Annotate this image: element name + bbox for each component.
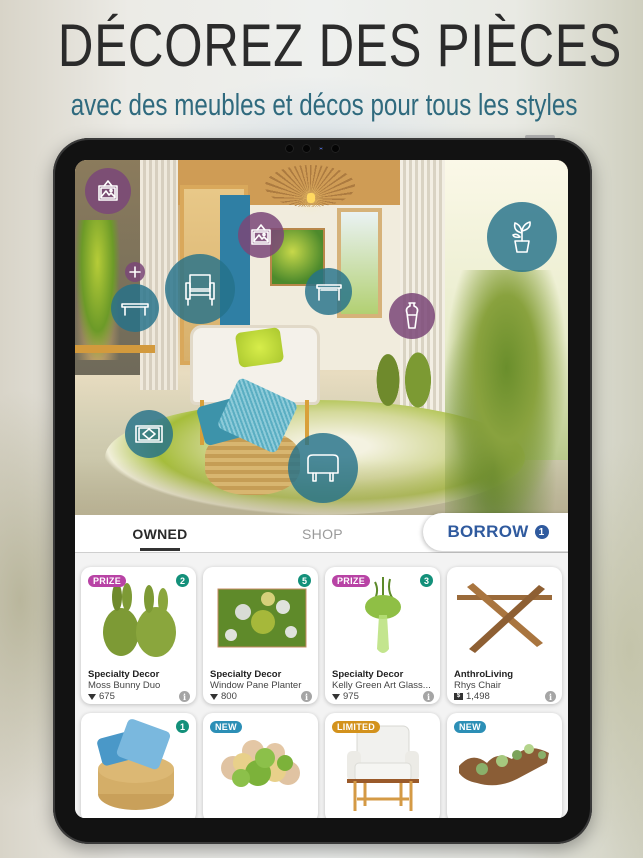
item-card[interactable]: PRIZE 2 Specialty Decor Moss Bunny Duo 6…: [81, 567, 196, 704]
tab-borrow[interactable]: BORROW 1: [423, 513, 568, 551]
item-brand: Specialty Decor: [210, 669, 282, 680]
tab-borrow-label: BORROW: [447, 522, 529, 541]
gem-icon: [332, 693, 340, 700]
hotspot-console-table[interactable]: [305, 268, 352, 315]
prize-tag: PRIZE: [332, 575, 371, 587]
info-icon[interactable]: i: [179, 691, 190, 702]
limited-tag: LIMITED: [332, 721, 381, 733]
price-value: 975: [343, 691, 359, 702]
lamp-bulb: [307, 193, 315, 203]
item-image-white-armchair: [347, 725, 419, 811]
promo-headline: DÉCOREZ DES PIÈCES: [57, 12, 623, 79]
info-icon[interactable]: i: [545, 691, 556, 702]
rug-icon: [135, 425, 163, 443]
item-price: $1,498: [454, 691, 490, 702]
app-screen: OWNED SHOP BORROW 1 PRIZE 2 Specialty De…: [75, 160, 568, 818]
item-price: 975: [332, 691, 359, 702]
inventory-tabs: OWNED SHOP BORROW 1: [75, 513, 568, 553]
item-image-lotus-decor: [221, 740, 300, 787]
item-grid: PRIZE 2 Specialty Decor Moss Bunny Duo 6…: [75, 553, 568, 818]
ottoman-icon: [307, 454, 339, 482]
picture-frame-icon: [98, 180, 118, 201]
item-price: 675: [88, 691, 115, 702]
side-table: [75, 345, 155, 353]
prize-tag: PRIZE: [88, 575, 127, 587]
price-value: 800: [221, 691, 237, 702]
item-image-window-planter: [217, 588, 307, 648]
room-bamboo: [445, 270, 568, 515]
promo-subheadline: avec des meubles et décos pour tous les …: [70, 87, 578, 122]
plus-icon: [129, 266, 141, 278]
info-icon[interactable]: i: [423, 691, 434, 702]
new-tag: NEW: [454, 721, 486, 733]
owned-count-badge: 2: [176, 574, 189, 587]
hotspot-coffee-table[interactable]: [111, 284, 159, 332]
owned-count-badge: 1: [176, 720, 189, 733]
item-image-rhys-chair: [457, 583, 552, 653]
item-card[interactable]: NEW: [447, 713, 562, 818]
owned-count-badge: 5: [298, 574, 311, 587]
cash-icon: $: [454, 693, 463, 700]
owned-count-badge: 3: [420, 574, 433, 587]
room-moss-bunnies: [373, 335, 438, 410]
price-value: 1,498: [466, 691, 490, 702]
camera-indicator: [319, 147, 323, 150]
item-brand: Specialty Decor: [332, 669, 404, 680]
camera-lens: [285, 144, 294, 153]
item-card[interactable]: NEW: [203, 713, 318, 818]
item-card[interactable]: AnthroLiving Rhys Chair $1,498 i: [447, 567, 562, 704]
item-brand: Specialty Decor: [88, 669, 160, 680]
picture-frame-icon: [251, 224, 271, 245]
item-name: Moss Bunny Duo: [88, 680, 161, 691]
room-scene: [75, 160, 568, 515]
wall-plant-decor: [75, 220, 120, 360]
hotspot-vase[interactable]: [389, 293, 435, 339]
camera-lens: [331, 144, 340, 153]
item-card[interactable]: 1: [81, 713, 196, 818]
coffee-table-icon: [121, 303, 149, 316]
hotspot-armchair[interactable]: [165, 254, 235, 324]
item-price: 800: [210, 691, 237, 702]
hotspot-wall-art-2[interactable]: [238, 212, 284, 258]
item-card[interactable]: 5 Specialty Decor Window Pane Planter 80…: [203, 567, 318, 704]
item-image-art-glass-vase: [365, 577, 401, 653]
tab-shop[interactable]: SHOP: [265, 515, 380, 553]
chair-cushion: [234, 327, 285, 368]
console-table-icon: [315, 283, 342, 301]
potted-plant-icon: [512, 221, 531, 253]
tab-owned[interactable]: OWNED: [105, 515, 215, 553]
new-tag: NEW: [210, 721, 242, 733]
hotspot-rug[interactable]: [125, 410, 173, 458]
info-icon[interactable]: i: [301, 691, 312, 702]
item-name: Window Pane Planter: [210, 680, 302, 691]
item-card[interactable]: LIMITED: [325, 713, 440, 818]
item-image-moss-bunny: [103, 583, 176, 657]
item-name: Rhys Chair: [454, 680, 501, 691]
borrow-count-badge: 1: [534, 525, 549, 539]
camera-lens: [302, 144, 311, 153]
hotspot-add[interactable]: [125, 262, 145, 282]
item-name: Kelly Green Art Glass...: [332, 680, 431, 691]
item-card[interactable]: PRIZE 3 Specialty Decor Kelly Green Art …: [325, 567, 440, 704]
hotspot-potted-plant[interactable]: [487, 202, 557, 272]
price-value: 675: [99, 691, 115, 702]
armchair-icon: [185, 274, 215, 306]
hotspot-ottoman[interactable]: [288, 433, 358, 503]
item-image-driftwood-succulents: [459, 744, 549, 786]
hotspot-wall-art[interactable]: [85, 168, 131, 214]
vase-icon: [405, 302, 419, 329]
item-image-pouf-pillows: [97, 719, 174, 810]
item-brand: AnthroLiving: [454, 669, 514, 680]
tablet-camera-array: [285, 144, 340, 153]
gem-icon: [88, 693, 96, 700]
gem-icon: [210, 693, 218, 700]
